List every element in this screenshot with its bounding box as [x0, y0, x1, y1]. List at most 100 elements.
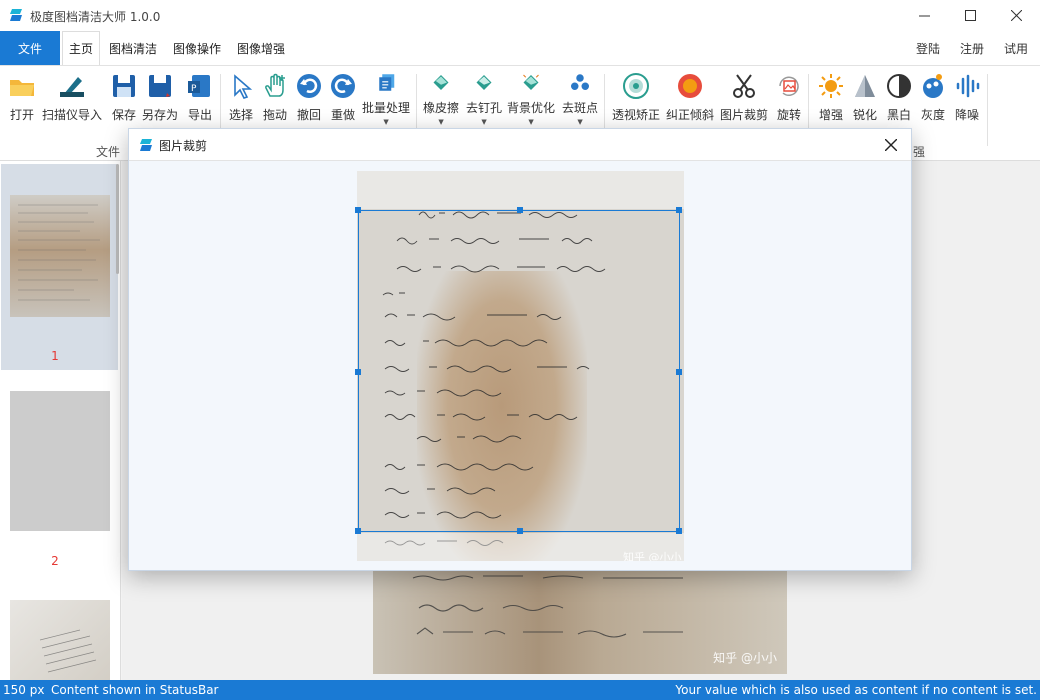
tab-image-operation[interactable]: 图像操作 — [167, 31, 227, 65]
remove-staple-button[interactable]: 去钉孔 ▼ — [466, 72, 502, 126]
file-menu-button[interactable]: 文件 — [0, 31, 60, 65]
export-button[interactable]: P 导出 — [186, 72, 214, 126]
despeckle-icon — [571, 74, 589, 90]
page-number-1: 1 — [51, 349, 59, 363]
folder-open-icon — [10, 80, 34, 96]
maximize-button[interactable] — [947, 0, 993, 31]
crop-handle-left[interactable] — [355, 369, 361, 375]
crop-dialog: 图片裁剪 知乎 @小小 — [128, 128, 912, 571]
close-icon — [1010, 10, 1022, 21]
undo-icon — [297, 74, 321, 98]
batch-process-button[interactable]: 批量处理 ▼ — [362, 72, 410, 126]
denoise-button[interactable]: 降噪 — [953, 72, 981, 126]
crop-mask-top — [357, 171, 684, 209]
export-icon: P — [188, 75, 210, 97]
scanner-icon — [60, 77, 84, 97]
crop-handle-top-left[interactable] — [355, 207, 361, 213]
black-white-label: 黑白 — [886, 108, 911, 122]
status-message: Content shown in StatusBar — [51, 683, 219, 697]
deskew-icon — [678, 74, 702, 98]
redo-button[interactable]: 重做 — [329, 72, 357, 126]
sun-icon — [819, 74, 843, 98]
app-logo-icon — [10, 9, 22, 21]
drag-button[interactable]: 拖动 — [261, 72, 289, 126]
save-icon — [113, 75, 135, 97]
denoise-label: 降噪 — [954, 108, 979, 122]
thumbnail-page-1[interactable] — [10, 195, 110, 317]
rotate-button[interactable]: 旋转 — [775, 72, 803, 126]
export-label: 导出 — [187, 108, 212, 122]
dialog-title: 图片裁剪 — [159, 139, 208, 153]
minimize-icon — [918, 15, 930, 17]
grayscale-icon — [923, 74, 943, 98]
undo-button[interactable]: 撤回 — [295, 72, 323, 126]
close-window-button[interactable] — [993, 0, 1039, 31]
rotate-label: 旋转 — [776, 108, 801, 122]
tab-document-clean[interactable]: 图档清洁 — [103, 31, 163, 65]
open-button[interactable]: 打开 — [8, 72, 36, 126]
waveform-icon — [956, 74, 980, 98]
menu-bar: 文件 主页 图档清洁 图像操作 图像增强 登陆 注册 试用 — [0, 31, 1040, 65]
black-white-button[interactable]: 黑白 — [885, 72, 913, 126]
sharpen-label: 锐化 — [852, 108, 877, 122]
perspective-correct-label: 透视矫正 — [612, 108, 661, 122]
background-watermark: 知乎 @小小 — [713, 651, 777, 665]
enhance-button[interactable]: 增强 — [817, 72, 845, 126]
crop-handle-top-right[interactable] — [676, 207, 682, 213]
crop-handle-right[interactable] — [676, 369, 682, 375]
title-bar: 极度图档清洁大师 1.0.0 — [0, 0, 1040, 31]
save-as-button[interactable]: 另存为 — [142, 72, 178, 126]
perspective-correct-button[interactable]: 透视矫正 — [612, 72, 660, 126]
staple-removal-icon — [476, 75, 492, 90]
crop-handle-bottom-right[interactable] — [676, 528, 682, 534]
select-button[interactable]: 选择 — [227, 72, 255, 126]
background-document-image: 知乎 @小小 — [373, 570, 787, 674]
login-link[interactable]: 登陆 — [916, 31, 940, 65]
group-label-file: 文件 — [96, 145, 121, 159]
deskew-button[interactable]: 纠正倾斜 — [666, 72, 714, 126]
background-optimize-button[interactable]: 背景优化 ▼ — [507, 72, 555, 126]
thumbnail-scrollbar[interactable] — [116, 164, 119, 274]
page-1-preview — [18, 204, 100, 301]
cursor-icon — [234, 74, 253, 99]
crop-handle-bottom[interactable] — [517, 528, 523, 534]
ribbon-separator — [987, 74, 988, 146]
background-optimize-icon — [523, 74, 539, 90]
register-link[interactable]: 注册 — [960, 31, 984, 65]
save-button[interactable]: 保存 — [110, 72, 138, 126]
remove-staple-label: 去钉孔 — [466, 101, 503, 115]
scanner-import-button[interactable]: 扫描仪导入 — [42, 72, 102, 126]
chevron-down-icon: ▼ — [528, 118, 534, 126]
minimize-button[interactable] — [901, 0, 947, 31]
rotate-icon — [779, 76, 799, 97]
redo-label: 重做 — [330, 108, 355, 122]
scissors-icon — [733, 74, 755, 98]
crop-handle-bottom-left[interactable] — [355, 528, 361, 534]
eraser-icon — [433, 75, 449, 90]
sharpen-button[interactable]: 锐化 — [851, 72, 879, 126]
enhance-label: 增强 — [818, 108, 843, 122]
page-number-2: 2 — [51, 554, 59, 568]
app-logo-icon — [140, 139, 152, 151]
crop-handle-top[interactable] — [517, 207, 523, 213]
window-title: 极度图档清洁大师 1.0.0 — [30, 10, 161, 24]
dialog-close-button[interactable] — [877, 131, 905, 159]
sharpen-icon — [855, 75, 875, 97]
svg-text:P: P — [191, 84, 197, 94]
thumbnail-page-2[interactable] — [10, 391, 110, 531]
trial-link[interactable]: 试用 — [1004, 31, 1028, 65]
image-watermark: 知乎 @小小 — [623, 551, 682, 561]
tab-home[interactable]: 主页 — [62, 31, 101, 65]
despeckle-label: 去斑点 — [562, 101, 599, 115]
image-crop-button[interactable]: 图片裁剪 — [720, 72, 768, 126]
dialog-header: 图片裁剪 — [129, 129, 911, 161]
eraser-button[interactable]: 橡皮擦 ▼ — [423, 72, 459, 126]
thumbnail-page-3[interactable] — [10, 600, 110, 680]
thumbnail-panel: 1 2 — [0, 161, 121, 680]
tab-image-enhance[interactable]: 图像增强 — [231, 31, 291, 65]
despeckle-button[interactable]: 去斑点 ▼ — [562, 72, 598, 126]
save-label: 保存 — [111, 108, 136, 122]
crop-selection-box[interactable] — [355, 207, 682, 534]
grayscale-button[interactable]: 灰度 — [919, 72, 947, 126]
chevron-down-icon: ▼ — [383, 118, 389, 126]
